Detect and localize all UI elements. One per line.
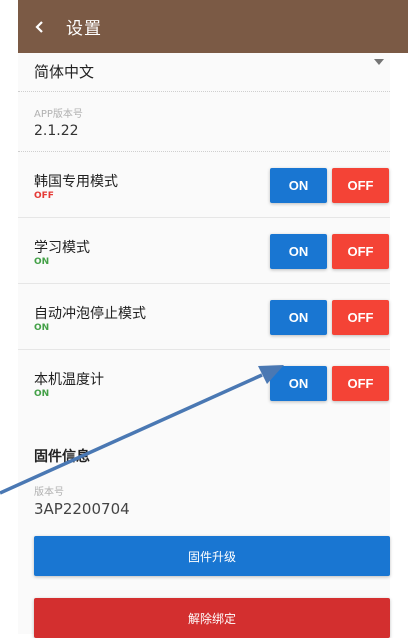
firmware-version-value: 3AP2200704	[34, 500, 130, 518]
mode-title: 自动冲泡停止模式	[34, 306, 146, 322]
on-button[interactable]: ON	[270, 366, 327, 401]
dropdown-arrow-icon	[374, 59, 384, 65]
firmware-section-title: 固件信息	[34, 449, 90, 465]
app-bar: 设置	[18, 0, 408, 53]
on-button[interactable]: ON	[270, 300, 327, 335]
page-title: 设置	[66, 19, 102, 39]
firmware-upgrade-button[interactable]: 固件升级	[34, 536, 390, 576]
off-button[interactable]: OFF	[332, 300, 389, 335]
settings-content: 简体中文 APP版本号 2.1.22 韩国专用模式 OFF ON OFF 学习模…	[18, 53, 390, 638]
chevron-left-icon	[34, 20, 46, 34]
mode-title: 本机温度计	[34, 372, 104, 388]
mode-status: ON	[34, 257, 50, 267]
mode-row-auto-brew-stop: 自动冲泡停止模式 ON ON OFF	[18, 283, 390, 350]
mode-status: ON	[34, 389, 50, 399]
app-version-value: 2.1.22	[34, 123, 79, 139]
mode-row-korea: 韩国专用模式 OFF ON OFF	[18, 151, 390, 218]
app-version-row: APP版本号 2.1.22	[18, 91, 390, 152]
off-button[interactable]: OFF	[332, 234, 389, 269]
mode-row-learning: 学习模式 ON ON OFF	[18, 217, 390, 284]
mode-status: ON	[34, 323, 50, 333]
off-button[interactable]: OFF	[332, 366, 389, 401]
back-button[interactable]	[18, 0, 62, 53]
app-version-label: APP版本号	[34, 109, 83, 120]
on-button[interactable]: ON	[270, 234, 327, 269]
mode-title: 学习模式	[34, 240, 90, 256]
firmware-version-label: 版本号	[34, 487, 64, 498]
off-button[interactable]: OFF	[332, 168, 389, 203]
mode-title: 韩国专用模式	[34, 174, 118, 190]
mode-row-thermometer: 本机温度计 ON ON OFF	[18, 349, 390, 415]
unbind-button[interactable]: 解除绑定	[34, 598, 390, 638]
mode-status: OFF	[34, 191, 54, 201]
on-button[interactable]: ON	[270, 168, 327, 203]
language-value: 简体中文	[34, 63, 95, 81]
language-select[interactable]: 简体中文	[18, 53, 390, 92]
